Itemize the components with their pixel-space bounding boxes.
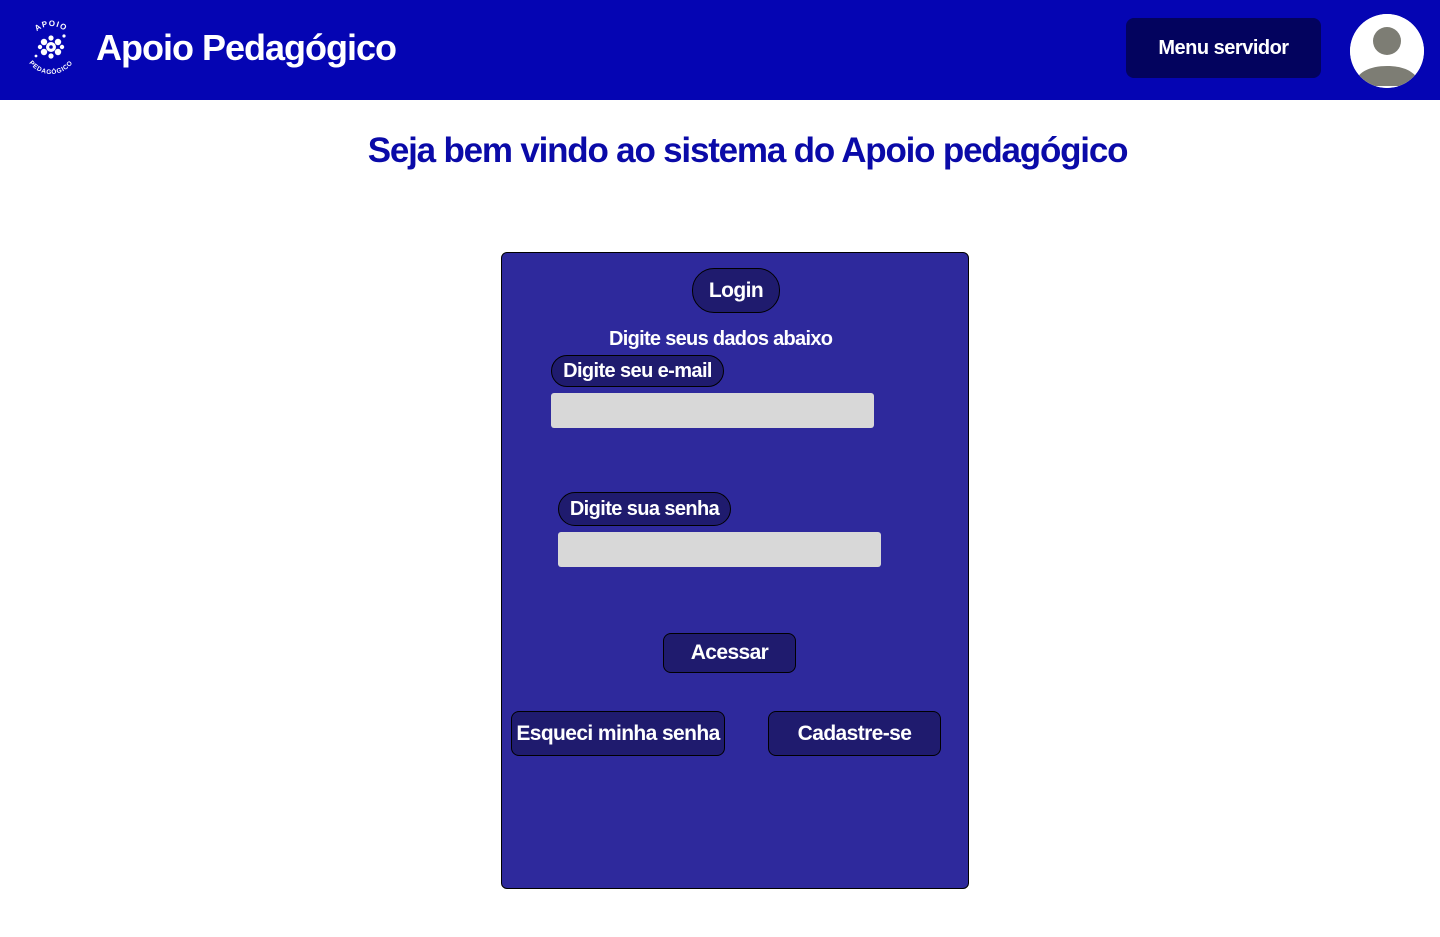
login-subtitle: Digite seus dados abaixo [609, 328, 833, 350]
apoio-pedagogico-logo[interactable]: APOIO PEDAGÓGICO [20, 16, 82, 78]
password-field[interactable] [558, 532, 881, 567]
top-header: APOIO PEDAGÓGICO Apoio Pedagógico Menu s… [0, 0, 1440, 100]
svg-text:APOIO: APOIO [33, 19, 69, 33]
brand-title: Apoio Pedagógico [96, 27, 397, 68]
login-title-badge: Login [692, 268, 780, 313]
email-field[interactable] [551, 393, 874, 428]
user-avatar-icon[interactable] [1350, 14, 1424, 88]
email-label: Digite seu e-mail [551, 355, 724, 387]
menu-servidor-button[interactable]: Menu servidor [1126, 18, 1321, 78]
page-title: Seja bem vindo ao sistema do Apoio pedag… [367, 131, 1129, 170]
signup-button[interactable]: Cadastre-se [768, 711, 941, 756]
login-panel: Login Digite seus dados abaixo Digite se… [501, 252, 969, 889]
forgot-password-button[interactable]: Esqueci minha senha [511, 711, 725, 756]
acessar-button[interactable]: Acessar [663, 633, 796, 673]
password-label: Digite sua senha [558, 492, 731, 526]
svg-text:PEDAGÓGICO: PEDAGÓGICO [28, 60, 75, 77]
